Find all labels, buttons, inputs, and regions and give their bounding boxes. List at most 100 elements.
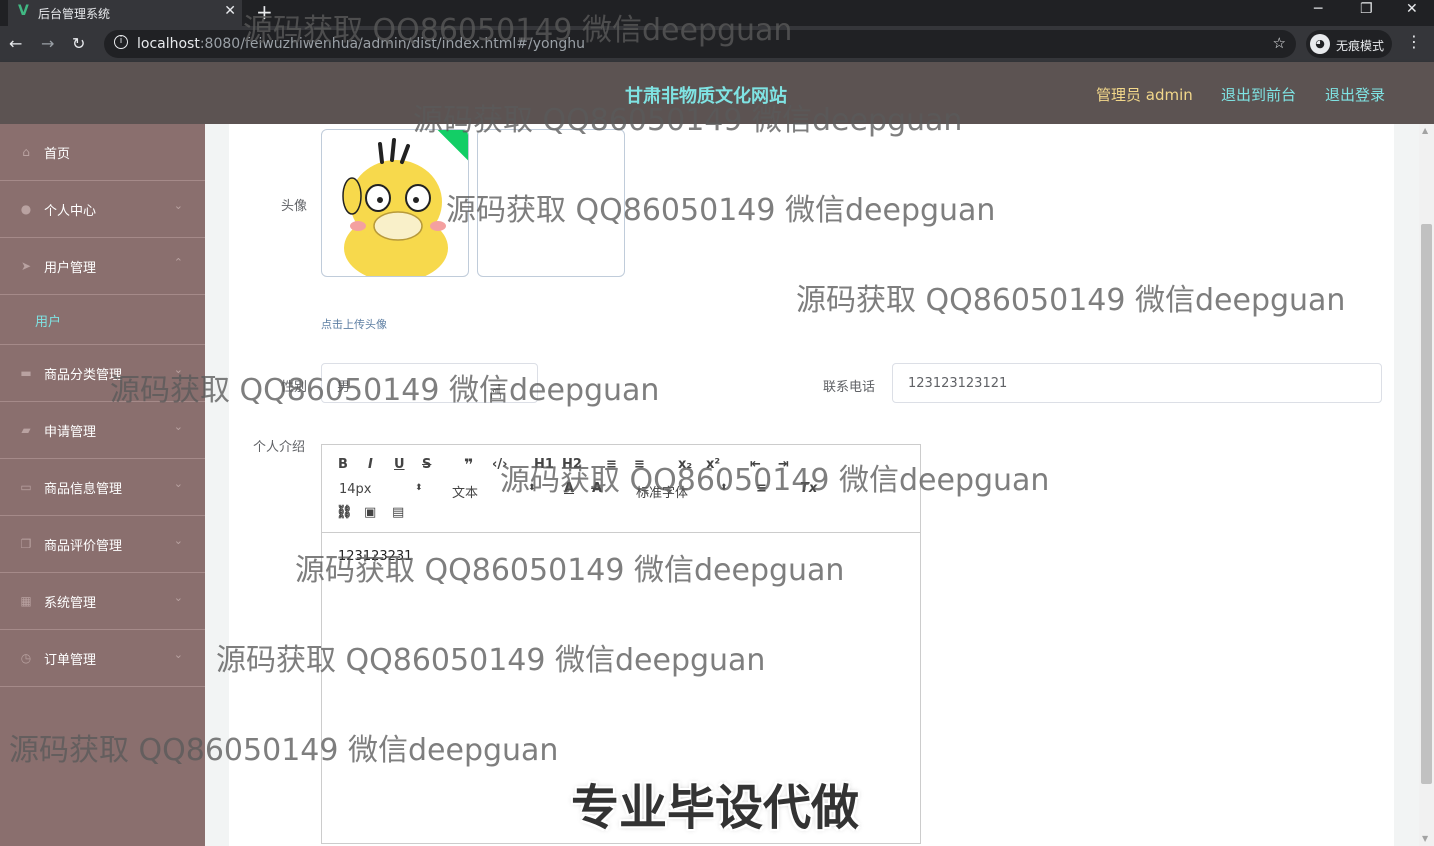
- clock-icon: ◷: [20, 651, 32, 665]
- chevron-down-icon: ⌄: [173, 648, 183, 661]
- avatar-upload-trigger[interactable]: [477, 129, 625, 277]
- avatar-preview[interactable]: ✓: [321, 129, 469, 277]
- exit-to-frontend-link[interactable]: 退出到前台: [1221, 84, 1296, 105]
- chevron-down-icon: ⌄: [173, 199, 183, 212]
- editor-toolbar: B I U S ❞ ‹/› H1 H2 ≡ ≡ x₂ x² ⇤ ⇥ 14px ⬍ …: [322, 445, 920, 533]
- site-info-icon[interactable]: i: [114, 35, 128, 49]
- bullet-list-icon[interactable]: ≡: [634, 457, 645, 472]
- intro-content[interactable]: 123123231: [338, 549, 412, 564]
- close-tab-icon[interactable]: ✕: [224, 3, 236, 19]
- sidebar-item-order-management[interactable]: ◷ 订单管理 ⌄: [0, 630, 205, 687]
- scrollbar-thumb[interactable]: [1421, 224, 1432, 784]
- phone-input[interactable]: 123123123121: [892, 363, 1382, 403]
- header2-icon[interactable]: H2: [562, 457, 582, 472]
- copy-icon: ❐: [20, 537, 32, 551]
- link-icon[interactable]: ⛓: [336, 505, 353, 520]
- briefcase-icon: ▬: [20, 366, 32, 380]
- sidebar-item-personal-center[interactable]: ● 个人中心 ⌄: [0, 181, 205, 238]
- back-icon[interactable]: ←: [9, 34, 22, 53]
- reload-icon[interactable]: ↻: [72, 34, 85, 53]
- sidebar-item-application-management[interactable]: ▰ 申请管理 ⌄: [0, 402, 205, 459]
- psyduck-avatar-image: [342, 138, 448, 276]
- clear-format-icon[interactable]: Tx: [800, 481, 817, 496]
- vue-logo-icon: V: [18, 3, 29, 19]
- tab-title: 后台管理系统: [38, 7, 111, 21]
- logout-link[interactable]: 退出登录: [1325, 84, 1385, 105]
- chevron-up-icon: ⌃: [173, 256, 183, 269]
- italic-icon[interactable]: I: [368, 457, 373, 472]
- gender-value: 男: [337, 380, 351, 395]
- upload-avatar-tip[interactable]: 点击上传头像: [321, 316, 387, 332]
- gender-select[interactable]: 男: [321, 363, 538, 403]
- forward-icon[interactable]: →: [41, 34, 54, 53]
- scroll-up-icon[interactable]: ▲: [1422, 126, 1428, 135]
- text-color-icon[interactable]: A: [564, 481, 574, 496]
- phone-value: 123123123121: [908, 376, 1008, 391]
- blockquote-icon[interactable]: ❞: [464, 455, 473, 474]
- address-bar[interactable]: i localhost:8080/feiwuzhiwenhua/admin/di…: [104, 30, 1296, 58]
- strike-icon[interactable]: S: [422, 457, 431, 472]
- browser-tab[interactable]: V 后台管理系统 ✕: [8, 0, 242, 26]
- subscript-icon[interactable]: x₂: [678, 457, 692, 472]
- background-color-icon[interactable]: A̶: [592, 481, 602, 496]
- browser-tab-bar: V 后台管理系统 ✕ + ─ ❐ ✕: [0, 0, 1434, 26]
- select-arrow-icon: ⬍: [415, 483, 423, 493]
- indent-icon[interactable]: ⇥: [778, 457, 789, 472]
- size-select[interactable]: 14px ⬍: [339, 482, 423, 497]
- home-icon: ⌂: [22, 145, 30, 159]
- bold-icon[interactable]: B: [338, 457, 348, 472]
- mouse-cursor-icon: ☝: [490, 380, 503, 404]
- app-header: 甘肃非物质文化网站 管理员 admin 退出到前台 退出登录: [0, 62, 1434, 124]
- superscript-icon[interactable]: x²: [706, 457, 720, 472]
- sidebar-item-category-management[interactable]: ▬ 商品分类管理 ⌄: [0, 345, 205, 402]
- card-icon: ▭: [20, 480, 32, 494]
- bookmark-star-icon[interactable]: ☆: [1273, 34, 1286, 52]
- image-icon[interactable]: ▣: [364, 505, 376, 520]
- url-text: localhost:8080/feiwuzhiwenhua/admin/dist…: [137, 36, 586, 52]
- sidebar-item-product-info-management[interactable]: ▭ 商品信息管理 ⌄: [0, 459, 205, 516]
- browser-toolbar: ← → ↻ i localhost:8080/feiwuzhiwenhua/ad…: [0, 26, 1434, 62]
- sidebar-item-system-management[interactable]: ▦ 系统管理 ⌄: [0, 573, 205, 630]
- code-block-icon[interactable]: ‹/›: [492, 457, 507, 472]
- incognito-badge[interactable]: ◕ 无痕模式: [1306, 30, 1393, 58]
- incognito-icon: ◕: [1310, 34, 1330, 54]
- chevron-down-icon: ⌄: [173, 591, 183, 604]
- sidebar-subitem-user[interactable]: 用户: [0, 295, 205, 345]
- minimize-icon[interactable]: ─: [1314, 1, 1322, 17]
- align-icon[interactable]: ≡: [756, 481, 767, 496]
- close-window-icon[interactable]: ✕: [1406, 1, 1418, 17]
- send-icon: ➤: [20, 259, 32, 273]
- new-tab-icon[interactable]: +: [256, 0, 273, 24]
- sidebar-item-review-management[interactable]: ❐ 商品评价管理 ⌄: [0, 516, 205, 573]
- sidebar: ⌂ 首页 ● 个人中心 ⌄ ➤ 用户管理 ⌃ 用户 ▬ 商品分类管理 ⌄ ▰ 申…: [0, 124, 205, 846]
- underline-icon[interactable]: U: [394, 457, 405, 472]
- gender-label: 性别: [281, 380, 308, 395]
- page-scrollbar[interactable]: ▲ ▼: [1419, 124, 1434, 846]
- chat-icon: ▰: [21, 423, 31, 437]
- browser-menu-icon[interactable]: ⋮: [1406, 32, 1422, 51]
- avatar-label: 头像: [281, 199, 308, 214]
- select-arrow-icon: ⬍: [720, 483, 728, 493]
- admin-label: 管理员 admin: [1096, 86, 1193, 104]
- chevron-down-icon: ⌄: [173, 534, 183, 547]
- grid-icon: ▦: [20, 594, 32, 608]
- restore-icon[interactable]: ❐: [1360, 1, 1373, 17]
- user-icon: ●: [20, 202, 32, 216]
- sidebar-item-user-management[interactable]: ➤ 用户管理 ⌃: [0, 238, 205, 295]
- site-title: 甘肃非物质文化网站: [625, 86, 787, 107]
- ordered-list-icon[interactable]: ≡: [606, 457, 617, 472]
- header1-icon[interactable]: H1: [534, 457, 554, 472]
- chevron-down-icon: ⌄: [173, 420, 183, 433]
- outdent-icon[interactable]: ⇤: [750, 457, 761, 472]
- chevron-down-icon: ⌄: [173, 477, 183, 490]
- font-select[interactable]: 标准字体 ⬍: [636, 482, 728, 501]
- sidebar-item-home[interactable]: ⌂ 首页: [0, 124, 205, 181]
- select-arrow-icon: ⬍: [528, 483, 536, 493]
- phone-label: 联系电话: [823, 380, 876, 395]
- chevron-down-icon: ⌄: [173, 363, 183, 376]
- header-select[interactable]: 文本 ⬍: [452, 482, 536, 501]
- video-icon[interactable]: ▤: [392, 505, 404, 520]
- scroll-down-icon[interactable]: ▼: [1422, 834, 1428, 843]
- promo-banner: 专业毕设代做: [571, 780, 860, 836]
- intro-label: 个人介绍: [253, 440, 306, 455]
